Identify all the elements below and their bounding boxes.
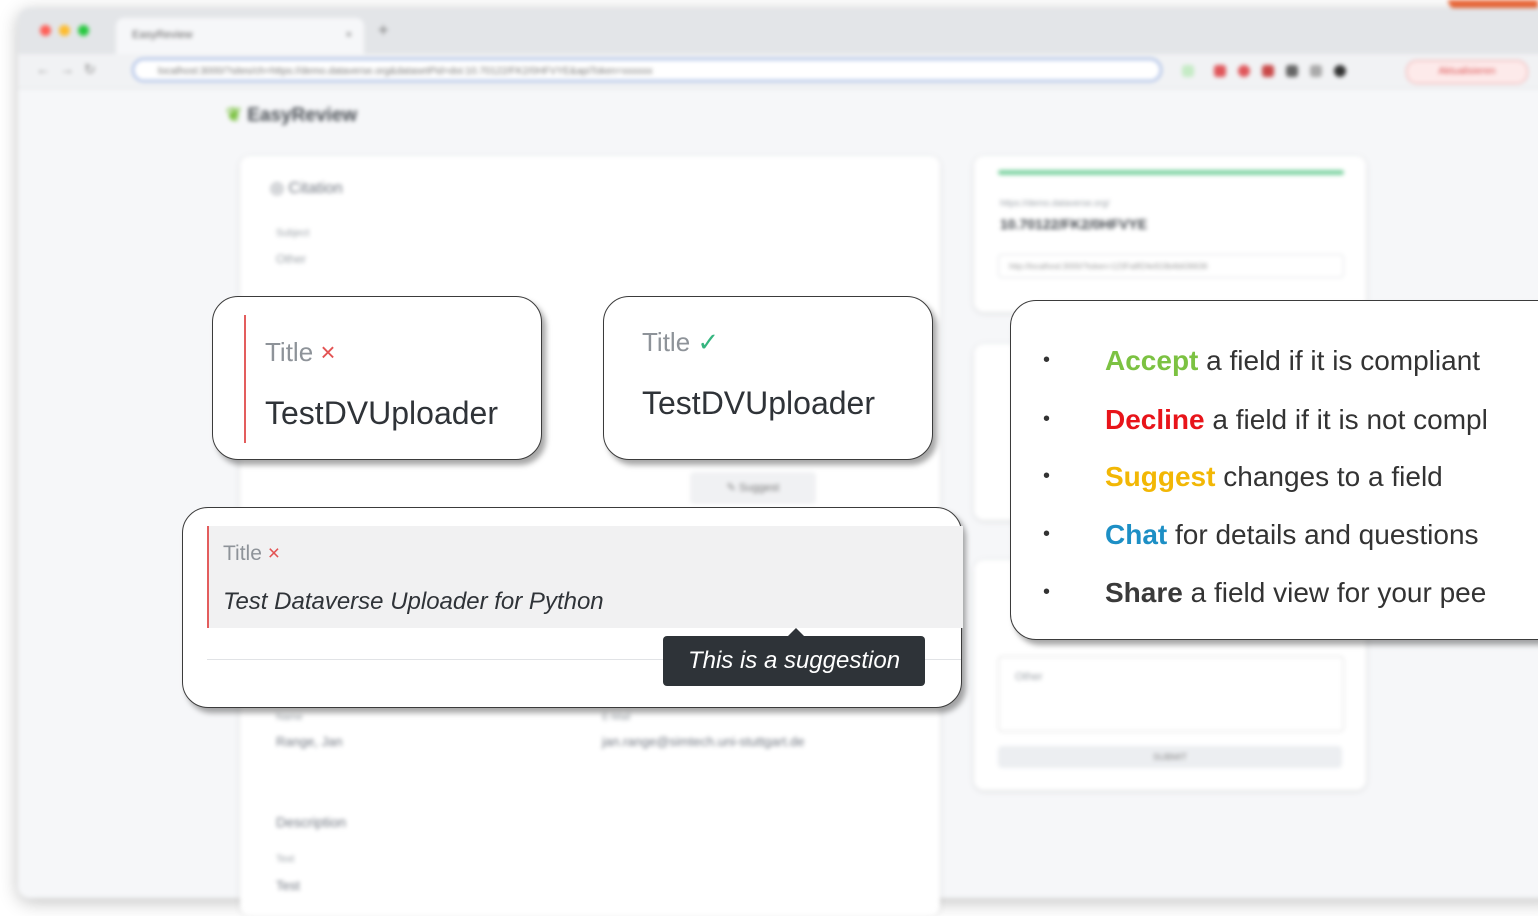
comment-placeholder: Other [1015,671,1043,683]
name-value: Range, Jan [276,734,343,749]
submit-button[interactable]: SUBMIT [998,746,1342,768]
legend-text: a field if it is not compl [1204,404,1488,435]
progress-bar [998,170,1344,175]
decline-icon[interactable]: × [268,542,280,565]
decline-icon[interactable]: × [320,337,335,367]
update-button[interactable]: Aktualisieren [1406,60,1528,84]
legend-keyword: Accept [1105,345,1199,376]
doi-prefix: https://demo.dataverse.org/ [1000,198,1110,208]
text-value: Test [276,878,300,893]
subject-value: Other [276,252,307,266]
bullet-icon: • [1043,465,1051,487]
window-controls [40,25,89,36]
extension-icon[interactable] [1238,65,1250,77]
legend-text: for details and questions [1167,519,1479,550]
pencil-icon: ✎ [726,482,736,494]
tab-close-icon[interactable]: × [346,18,352,52]
maximize-window-icon[interactable] [78,25,89,36]
field-value: TestDVUploader [265,395,498,431]
description-heading: Description [276,814,347,830]
name-label: Name [276,712,303,723]
profile-icon[interactable] [1334,65,1346,77]
decline-indicator [207,526,209,628]
field-label: Title × [223,542,280,566]
accepted-field-callout: Title ✓ TestDVUploader [603,296,933,460]
suggested-value: Test Dataverse Uploader for Python [223,588,604,615]
legend-keyword: Suggest [1105,461,1216,492]
decline-indicator [244,315,246,443]
bullet-icon: • [1043,581,1051,603]
extension-icon[interactable] [1182,65,1194,77]
field-label: Title ✓ [642,327,719,358]
tab-strip: EasyReview × + [18,8,1538,54]
doi-card: https://demo.dataverse.org/ 10.70122/FK2… [974,156,1366,312]
brand-name: EasyReview [247,105,358,126]
subject-label: Subject [276,228,310,239]
suggestion-callout: Title × Test Dataverse Uploader for Pyth… [182,507,963,708]
tab-title: EasyReview [132,29,193,41]
bullet-icon: • [1043,349,1051,371]
bullet-icon: • [1043,408,1051,430]
citation-title: Citation [288,180,343,197]
legend-text: a field if it is compliant [1198,345,1481,376]
citation-heading: ◎ Citation [270,178,343,198]
extension-icon[interactable] [1310,65,1322,77]
forward-icon[interactable]: → [60,61,84,77]
new-tab-button[interactable]: + [378,20,389,41]
suggest-label: Suggest [738,482,780,494]
legend-text: a field view for your pee [1182,577,1487,608]
suggestion-tooltip: This is a suggestion [663,628,925,686]
share-link-field[interactable]: http://localhost:3000/?token=123Fa8f24e9… [998,254,1344,278]
field-label-text: Title [223,542,262,565]
legend-text: changes to a field [1215,461,1443,492]
browser-tab[interactable]: EasyReview × [116,18,364,54]
extension-icon[interactable] [1262,65,1274,77]
comment-input[interactable]: Other [998,656,1344,732]
accept-icon[interactable]: ✓ [697,327,719,357]
address-bar[interactable]: localhost:3000/?sites/ch=https://demo.da… [132,58,1162,82]
extension-icon[interactable] [1214,65,1226,77]
text-label: Text [276,854,295,865]
field-label: Title × [265,337,336,368]
doi-value: 10.70122/FK2/0HFVYE [1000,216,1148,232]
browser-toolbar: ←→↻ localhost:3000/?sites/ch=https://dem… [18,54,1538,89]
reload-icon[interactable]: ↻ [84,61,106,77]
bullet-icon: • [1043,523,1051,545]
extension-icon[interactable] [1286,65,1298,77]
declined-field-callout: Title × TestDVUploader [212,296,542,460]
close-window-icon[interactable] [40,25,51,36]
leaf-icon: ❦ [226,105,242,126]
actions-legend-callout: • Accept a field if it is compliant • De… [1010,300,1538,640]
eye-icon: ◎ [270,180,284,197]
legend-keyword: Share [1105,577,1183,608]
app-brand: ❦ EasyReview [226,104,357,127]
email-label: E-Mail [602,712,631,723]
back-icon[interactable]: ← [36,61,60,77]
suggest-button[interactable]: ✎ Suggest [690,472,816,504]
field-value: TestDVUploader [642,385,875,421]
nav-buttons: ←→↻ [36,61,106,78]
legend-keyword: Chat [1105,519,1168,550]
email-value: jan.range@simtech.uni-stuttgart.de [602,734,805,749]
minimize-window-icon[interactable] [59,25,70,36]
legend-keyword: Decline [1105,404,1205,435]
field-label-text: Title [642,327,691,357]
field-label-text: Title [265,337,314,367]
